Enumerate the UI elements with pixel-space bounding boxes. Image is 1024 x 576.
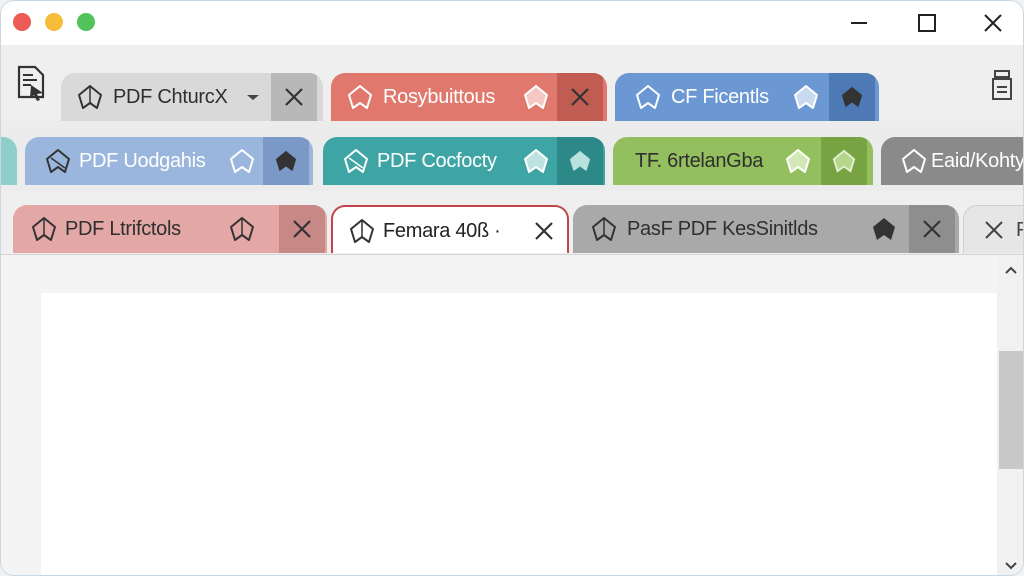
star-outline-icon[interactable] [791,82,821,112]
tab-eaid-kohty[interactable]: Eaid/Kohty [881,137,1024,185]
chevron-down-icon [1005,562,1017,570]
star-outline-icon[interactable] [227,214,257,244]
close-icon [571,88,589,106]
tab-label: PDF ChturcX [113,86,228,108]
maximize-icon [918,14,936,32]
tab-label: Femara 40ß · [383,220,501,242]
maximize-button[interactable] [907,7,947,39]
tab-pin-button[interactable] [829,73,875,121]
close-icon [985,221,1003,239]
title-bar [1,1,1023,45]
star-outline-icon [347,216,377,246]
close-icon [923,220,941,238]
tab-list-button[interactable] [987,67,1017,107]
close-window-light[interactable] [13,13,31,31]
star-filled-icon [841,86,863,108]
tab-label: PDF Ltrifctols [65,218,181,240]
tab-pasf-pdf-kessinitlds[interactable]: PasF PDF KesSinitlds [573,205,959,253]
vertical-scrollbar[interactable] [997,256,1023,575]
tab-label: Rosybuittous [383,86,496,108]
tab-close-button[interactable] [271,73,317,121]
tab-femara-active[interactable]: Femara 40ß · [331,205,569,253]
star-outline-icon [633,82,663,112]
close-icon [984,14,1002,32]
tab-label: PDF Uodgahis [79,150,206,172]
tab-pin-button[interactable] [821,137,867,185]
minimize-icon [851,22,867,24]
tab-cf-ficentls[interactable]: CF Ficentls [615,73,879,121]
tab-label: TF. 6rtelanGba [635,150,764,172]
star-outline-icon [345,82,375,112]
tab-close-button[interactable] [521,207,567,253]
zoom-window-light[interactable] [77,13,95,31]
close-button[interactable] [973,7,1013,39]
tab-close-button[interactable] [909,205,955,253]
close-icon [293,220,311,238]
star-filled-icon [275,150,297,172]
star-outline-icon[interactable] [521,146,551,176]
page-icon[interactable] [13,63,49,103]
star-outline-icon [43,146,73,176]
tab-pdf-ltrifctols[interactable]: PDF Ltrifctols [13,205,327,253]
page-content [1,256,1023,575]
star-outline-icon [75,82,105,112]
tab-close-button[interactable] [557,73,603,121]
tab-close-button[interactable] [972,206,1016,253]
minimize-button[interactable] [839,7,879,39]
scroll-up-button[interactable] [997,258,1023,282]
tab-list-icon [992,70,1012,100]
browser-window: PDF ChturcX Rosybuittous CF Ficentls PDF… [0,0,1024,576]
star-outline-icon [29,214,59,244]
star-outline-icon[interactable] [521,82,551,112]
minimize-window-light[interactable] [45,13,63,31]
tab-row-1: PDF ChturcX Rosybuittous CF Ficentls [1,45,1023,121]
star-filled-icon[interactable] [869,214,899,244]
star-outline-icon[interactable] [227,146,257,176]
tab-label: PasF PDF KesSinitlds [627,218,818,240]
tab-row-3: PDF Ltrifctols Femara 40ß · PasF PDF Kes… [1,191,1023,255]
tab-tf-6rtelangba[interactable]: TF. 6rtelanGba [613,137,873,185]
tab-close-button[interactable] [279,205,325,253]
tab-partial-left[interactable] [1,137,17,185]
star-outline-icon [341,146,371,176]
tab-label: PDF Cocfocty [377,150,497,172]
tab-partial-right[interactable]: P [963,205,1023,253]
tab-pin-button[interactable] [263,137,309,185]
scroll-thumb[interactable] [999,351,1023,469]
chevron-up-icon [1005,266,1017,274]
document-cursor-icon [17,65,45,101]
tab-label: CF Ficentls [671,86,769,108]
tab-rosybuittous[interactable]: Rosybuittous [331,73,607,121]
chevron-down-icon[interactable] [245,90,261,109]
close-icon [535,222,553,240]
scroll-down-button[interactable] [997,555,1023,575]
tab-pin-button[interactable] [557,137,603,185]
document-page[interactable] [41,293,998,575]
tab-pdf-cocfocty[interactable]: PDF Cocfocty [323,137,605,185]
tab-label: Eaid/Kohty [931,150,1024,172]
tab-pdf-chturcx[interactable]: PDF ChturcX [61,73,323,121]
tab-pdf-uodgahis[interactable]: PDF Uodgahis [25,137,313,185]
tab-label: P [1016,219,1023,242]
star-outline-icon[interactable] [783,146,813,176]
star-filled-icon [569,150,591,172]
star-outline-icon [589,214,619,244]
star-outline-icon [832,149,856,173]
star-outline-icon [899,146,929,176]
close-icon [285,88,303,106]
tab-row-2: PDF Uodgahis PDF Cocfocty TF. 6rtelanGba [1,121,1024,191]
